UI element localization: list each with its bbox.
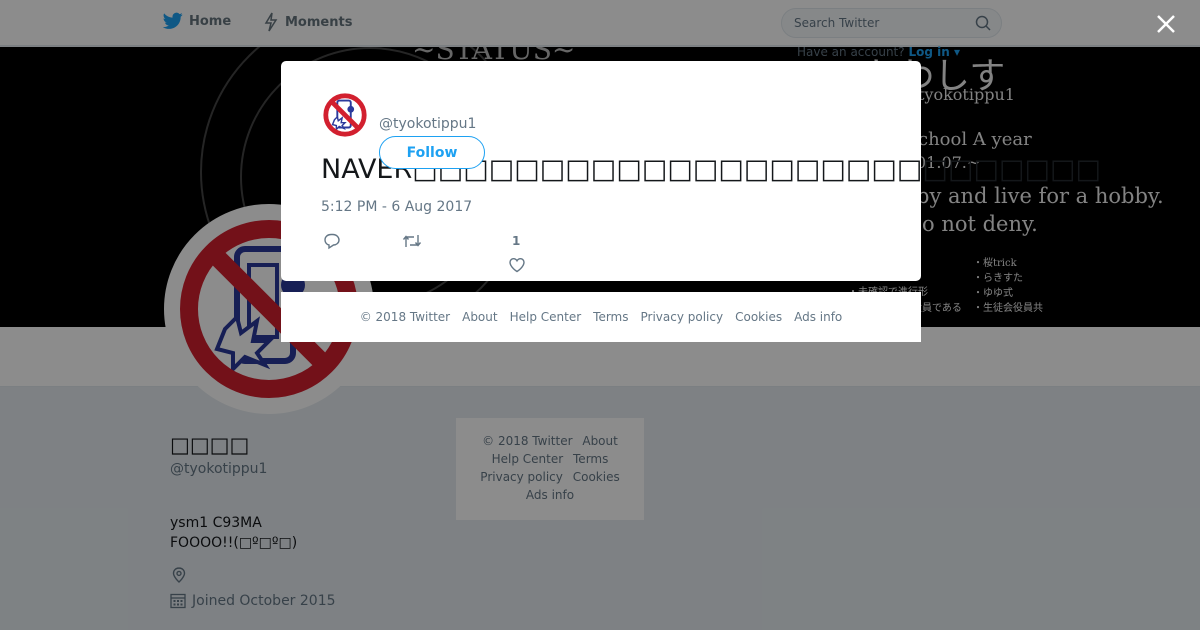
tweet-author-avatar[interactable]: [321, 91, 369, 139]
modal-footer-about-link[interactable]: About: [462, 310, 497, 324]
modal-footer: © 2018 Twitter About Help Center Terms P…: [281, 292, 921, 342]
modal-footer-cookies-link[interactable]: Cookies: [735, 310, 782, 324]
like-count: 1: [512, 234, 521, 248]
reply-icon: [324, 233, 340, 250]
modal-footer-copyright: © 2018 Twitter: [359, 310, 451, 324]
tweet-modal: @tyokotippu1 NAVER□□□□□□□□□□□□□□□□□□□□□□…: [281, 61, 1101, 281]
modal-footer-ads-link[interactable]: Ads info: [794, 310, 842, 324]
modal-footer-help-link[interactable]: Help Center: [510, 310, 582, 324]
retweet-button[interactable]: [402, 232, 422, 254]
tweet-author-handle[interactable]: @tyokotippu1: [379, 116, 476, 132]
close-button[interactable]: [1152, 10, 1180, 38]
like-button[interactable]: [508, 256, 526, 278]
follow-button[interactable]: Follow: [379, 136, 485, 169]
reply-button[interactable]: [323, 232, 341, 254]
no-entry-sign-image: [321, 91, 369, 139]
modal-footer-privacy-link[interactable]: Privacy policy: [641, 310, 724, 324]
heart-icon: [509, 257, 525, 273]
retweet-icon: [402, 235, 422, 247]
tweet-timestamp[interactable]: 5:12 PM - 6 Aug 2017: [321, 199, 472, 215]
close-icon: [1157, 15, 1175, 33]
modal-footer-terms-link[interactable]: Terms: [593, 310, 628, 324]
